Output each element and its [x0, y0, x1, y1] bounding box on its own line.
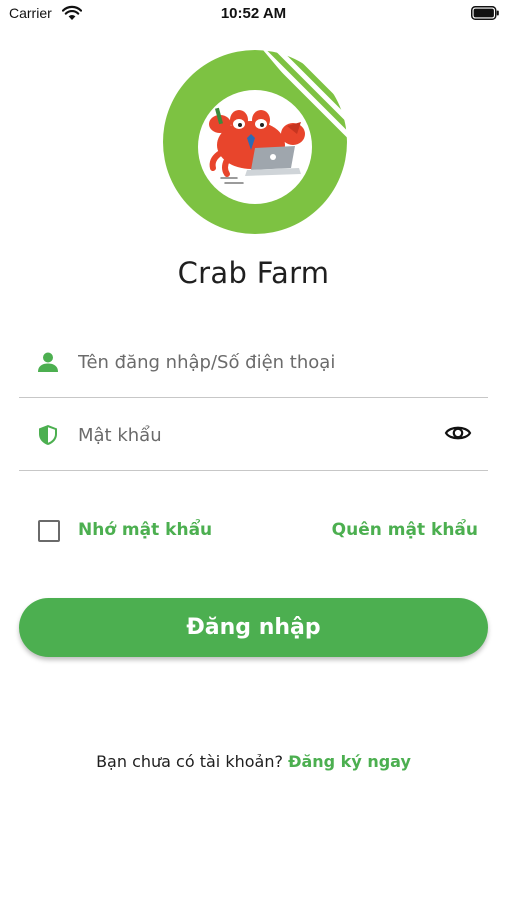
username-field: [19, 326, 488, 398]
remember-label[interactable]: Nhớ mật khẩu: [78, 520, 212, 540]
forgot-password-link[interactable]: Quên mật khẩu: [332, 520, 478, 540]
signup-prompt: Bạn chưa có tài khoản?: [96, 752, 289, 771]
password-input[interactable]: [78, 419, 438, 451]
remember-checkbox[interactable]: [38, 520, 60, 542]
username-input[interactable]: [78, 346, 438, 378]
crab-logo: [163, 50, 347, 234]
battery-icon: [471, 6, 499, 20]
app-title: Crab Farm: [177, 256, 330, 290]
eye-icon[interactable]: [444, 423, 472, 443]
login-button[interactable]: Đăng nhập: [19, 598, 488, 657]
signup-link[interactable]: Đăng ký ngay: [288, 752, 411, 771]
password-field: [19, 399, 488, 471]
clock: 10:52 AM: [220, 5, 287, 22]
shield-icon: [39, 425, 57, 445]
user-icon: [38, 352, 58, 372]
status-bar: Carrier 10:52 AM: [0, 0, 507, 30]
signup-row: Bạn chưa có tài khoản? Đăng ký ngay: [0, 752, 507, 771]
